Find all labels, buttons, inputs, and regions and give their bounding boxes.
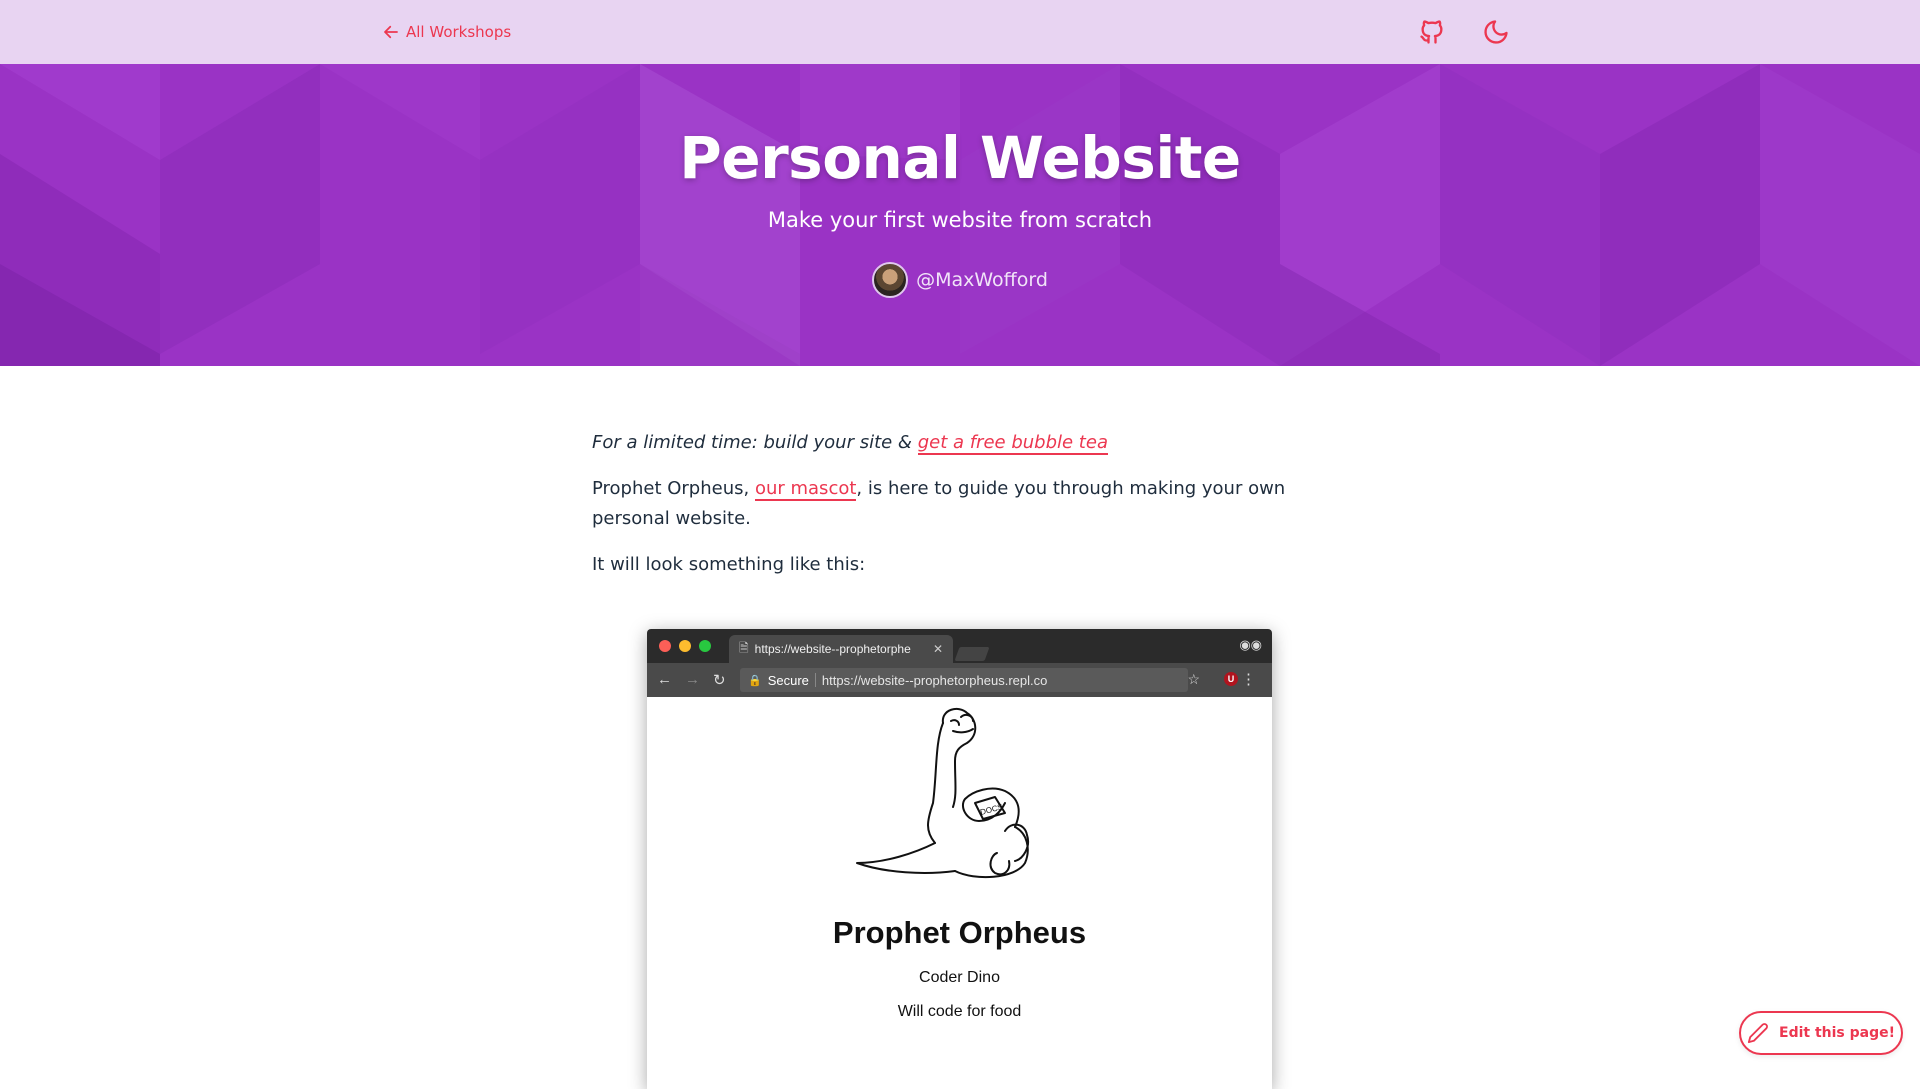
new-tab-icon [954,647,990,661]
back-arrow-icon: ← [657,671,672,688]
avatar [872,262,909,298]
page-icon: 🗎 [739,640,749,655]
tab-close-icon: ✕ [932,642,943,656]
minimize-dot-icon [679,640,691,652]
star-icon: ☆ [1187,671,1200,687]
browser-tab-title: https://website--prophetorphe [754,642,911,656]
author-link[interactable]: @MaxWofford [0,262,1920,298]
forward-arrow-icon: → [685,671,700,688]
maximize-dot-icon [699,640,711,652]
example-site-motto: Will code for food [897,1003,1022,1020]
lock-icon: 🔒 [748,674,762,687]
orpheus-dino-drawing: DOCS [856,707,1029,879]
omnibox: 🔒 Secure https://website--prophetorpheus… [740,668,1188,692]
moon-icon[interactable] [1482,18,1510,46]
edit-page-button[interactable]: Edit this page! [1739,1011,1903,1055]
github-icon[interactable] [1418,18,1446,46]
promo-text: For a limited time: build your site & [592,432,918,453]
author-handle: @MaxWofford [916,269,1048,291]
close-dot-icon [659,640,671,652]
hero-banner: Personal Website Make your first website… [0,64,1920,366]
mascot-link[interactable]: our mascot [754,478,857,501]
example-site-name: Prophet Orpheus [832,915,1087,950]
arrow-left-icon [384,25,398,39]
edit-page-label: Edit this page! [1779,1025,1895,1041]
incognito-icon: ◉◉ [1239,638,1262,653]
intro-text-before: Prophet Orpheus, [592,478,755,499]
kebab-menu-icon: ⋮ [1241,671,1256,688]
promo-paragraph: For a limited time: build your site & ge… [592,428,1312,458]
pencil-icon [1747,1023,1768,1044]
top-nav: All Workshops [0,0,1920,64]
omnibox-separator [814,673,816,687]
page-subtitle: Make your first website from scratch [767,208,1153,232]
browser-url-bar: ← → ↻ 🔒 Secure https://website--propheto… [647,663,1272,697]
intro-paragraph: Prophet Orpheus, our mascot, is here to … [592,474,1312,534]
page-title: Personal Website [679,124,1241,192]
example-page-body: DOCS Prophet Orpheus Coder Dino Will cod… [647,697,1272,1089]
bubble-tea-link[interactable]: get a free bubble tea [917,432,1108,455]
example-site-screenshot: 🗎 https://website--prophetorphe ✕ ◉◉ ← →… [647,629,1272,1089]
look-paragraph: It will look something like this: [592,554,866,575]
browser-tab-bar: 🗎 https://website--prophetorphe ✕ ◉◉ [647,629,1272,663]
secure-label: Secure [767,672,809,688]
url-text: https://website--prophetorpheus.repl.co [821,672,1048,688]
all-workshops-label: All Workshops [406,23,512,41]
ublock-icon: U [1224,672,1238,686]
browser-tab: 🗎 https://website--prophetorphe ✕ [729,635,953,663]
workshop-content: For a limited time: build your site & ge… [592,428,1312,596]
all-workshops-link[interactable]: All Workshops [382,20,511,44]
example-site-tagline: Coder Dino [919,969,1000,986]
reload-icon: ↻ [713,672,726,689]
